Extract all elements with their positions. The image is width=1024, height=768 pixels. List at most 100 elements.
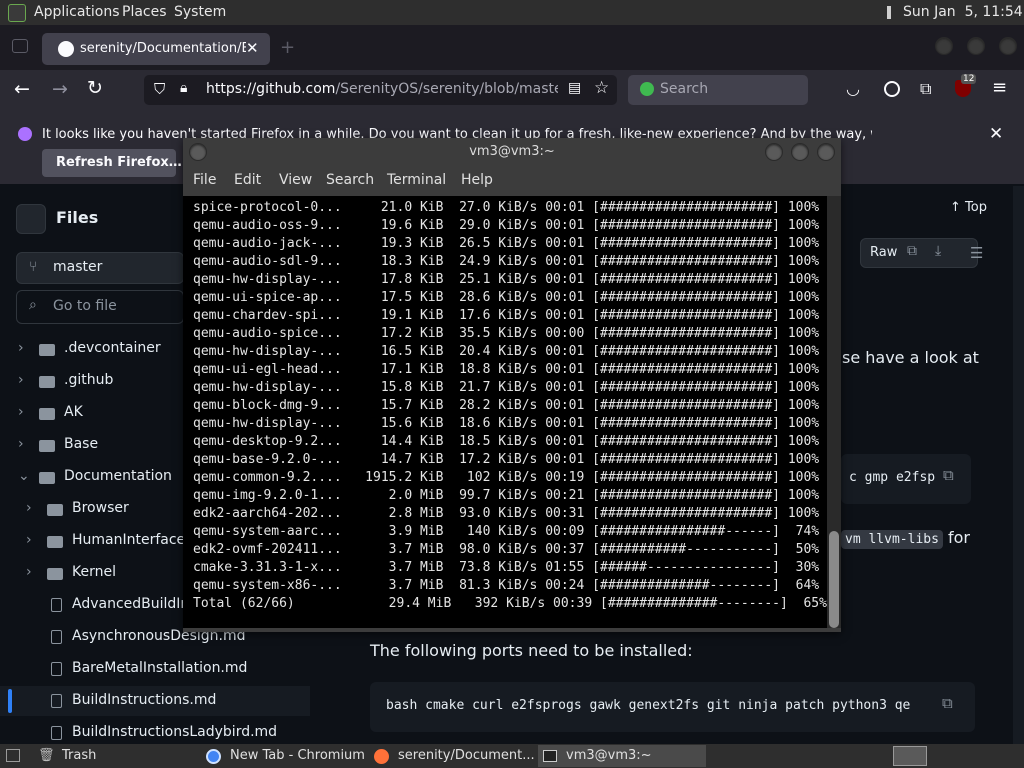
- chevron-right-icon[interactable]: ›: [18, 436, 24, 452]
- taskbar-trash[interactable]: 🗑︎ Trash: [32, 745, 197, 767]
- terminal-line: qemu-block-dmg-9... 15.7 KiB 28.2 KiB/s …: [193, 398, 820, 413]
- firefox-view-icon[interactable]: [12, 39, 28, 53]
- workspace-switcher[interactable]: [893, 746, 927, 766]
- reader-view-icon[interactable]: ▤: [568, 80, 581, 96]
- chevron-right-icon[interactable]: ›: [26, 564, 32, 580]
- page-scrollbar[interactable]: [1013, 186, 1024, 744]
- taskbar-trash-label: Trash: [62, 748, 97, 763]
- raw-button[interactable]: Raw: [870, 245, 897, 260]
- top-panel: Applications Places System Sun Jan 5, 11…: [0, 0, 1024, 25]
- reload-icon[interactable]: ↻: [87, 77, 103, 99]
- tree-item-label: Documentation: [64, 468, 172, 484]
- maximize-browser-button[interactable]: [967, 37, 985, 55]
- forward-arrow-icon[interactable]: →: [52, 78, 68, 100]
- shield-icon[interactable]: ⛉: [154, 80, 165, 98]
- terminal-menu-edit[interactable]: Edit: [234, 172, 261, 188]
- taskbar-terminal[interactable]: vm3@vm3:~: [538, 745, 706, 767]
- folder-icon: [47, 536, 63, 548]
- pocket-icon[interactable]: ◡: [846, 79, 860, 98]
- terminal-line: qemu-ui-egl-head... 17.1 KiB 18.8 KiB/s …: [193, 362, 820, 377]
- terminal-menu-search[interactable]: Search: [326, 172, 374, 188]
- terminal-menu-button[interactable]: [189, 143, 207, 161]
- lock-icon[interactable]: 🔒︎: [180, 80, 187, 96]
- bottom-taskbar: 🗑︎ Trash New Tab - Chromium serenity/Doc…: [0, 744, 1024, 768]
- url-bar[interactable]: ⛉ 🔒︎ https://github.com/SerenityOS/seren…: [144, 75, 617, 105]
- search-bar[interactable]: Search: [628, 75, 808, 105]
- outline-icon[interactable]: ☰: [970, 244, 983, 262]
- refresh-firefox-button[interactable]: Refresh Firefox…: [42, 149, 182, 177]
- minimize-browser-button[interactable]: [935, 37, 953, 55]
- menu-places[interactable]: Places: [122, 4, 167, 20]
- browser-tab-active[interactable]: serenity/Documentation/Bu ✕: [42, 33, 270, 65]
- taskbar-chromium[interactable]: New Tab - Chromium: [202, 745, 365, 767]
- terminal-minimize-button[interactable]: [765, 143, 783, 161]
- hamburger-menu-icon[interactable]: ≡: [992, 77, 1007, 98]
- terminal-line: qemu-system-x86-... 3.7 MiB 81.3 KiB/s 0…: [193, 578, 820, 593]
- network-icon[interactable]: [887, 6, 891, 19]
- chevron-down-icon[interactable]: ⌄: [18, 468, 30, 484]
- tree-item-label: .github: [64, 372, 114, 388]
- firefox-icon: [374, 749, 389, 764]
- notification-close-icon[interactable]: ✕: [989, 124, 1003, 144]
- terminal-line: qemu-ui-spice-ap... 17.5 KiB 28.6 KiB/s …: [193, 290, 820, 305]
- terminal-menu-terminal[interactable]: Terminal: [387, 172, 446, 188]
- branch-selector[interactable]: ⑂ master: [16, 252, 184, 284]
- code-block-1-text: c gmp e2fsp: [849, 470, 936, 485]
- extensions-icon[interactable]: ⧉: [920, 79, 931, 99]
- terminal-titlebar[interactable]: vm3@vm3:~: [183, 138, 841, 166]
- distro-logo-icon[interactable]: [8, 4, 26, 22]
- back-arrow-icon[interactable]: ←: [14, 78, 30, 100]
- show-desktop-button[interactable]: [6, 749, 20, 762]
- chevron-right-icon[interactable]: ›: [18, 372, 24, 388]
- chevron-right-icon[interactable]: ›: [18, 340, 24, 356]
- copy-code-icon[interactable]: ⧉: [943, 466, 954, 484]
- menu-applications[interactable]: Applications: [34, 4, 120, 20]
- tree-file-item[interactable]: BareMetalInstallation.md: [0, 654, 310, 684]
- url-text[interactable]: https://github.com/SerenityOS/serenity/b…: [206, 81, 558, 97]
- paragraph-partial-2: for: [948, 528, 970, 547]
- folder-icon: [47, 568, 63, 580]
- new-tab-button[interactable]: +: [280, 37, 295, 58]
- copy-ports-icon[interactable]: ⧉: [942, 694, 953, 712]
- tree-item-label: Base: [64, 436, 99, 452]
- chevron-right-icon[interactable]: ›: [26, 532, 32, 548]
- terminal-close-button[interactable]: [817, 143, 835, 161]
- panel-clock[interactable]: Sun Jan 5, 11:54 PM: [903, 4, 1024, 20]
- terminal-line: qemu-hw-display-... 15.6 KiB 18.6 KiB/s …: [193, 416, 820, 431]
- terminal-line: qemu-hw-display-... 17.8 KiB 25.1 KiB/s …: [193, 272, 820, 287]
- menu-system[interactable]: System: [174, 4, 226, 20]
- chevron-right-icon[interactable]: ›: [18, 404, 24, 420]
- tree-item-label: .devcontainer: [64, 340, 161, 356]
- go-to-file-input[interactable]: ⌕ Go to file: [16, 290, 184, 324]
- terminal-menu-file[interactable]: File: [193, 172, 216, 188]
- terminal-maximize-button[interactable]: [791, 143, 809, 161]
- tree-item-label: Kernel: [72, 564, 116, 580]
- top-link[interactable]: ↑ Top: [950, 200, 987, 215]
- terminal-scroll-thumb[interactable]: [829, 531, 839, 628]
- tree-file-item[interactable]: BuildInstructions.md: [0, 686, 310, 716]
- taskbar-firefox[interactable]: serenity/Document...: [370, 745, 535, 767]
- taskbar-chromium-label: New Tab - Chromium: [230, 748, 365, 763]
- collapse-sidebar-button[interactable]: [16, 204, 46, 234]
- taskbar-firefox-label: serenity/Document...: [398, 748, 535, 763]
- terminal-window[interactable]: vm3@vm3:~ File Edit View Search Terminal…: [183, 138, 841, 632]
- terminal-menu-view[interactable]: View: [279, 172, 312, 188]
- download-icon[interactable]: ⤓: [935, 243, 941, 259]
- file-icon: [51, 630, 62, 644]
- terminal-menu-help[interactable]: Help: [461, 172, 493, 188]
- terminal-menubar: File Edit View Search Terminal Help: [183, 166, 841, 194]
- account-icon[interactable]: [884, 81, 900, 97]
- files-title: Files: [56, 208, 99, 227]
- terminal-line: edk2-ovmf-202411... 3.7 MiB 98.0 KiB/s 0…: [193, 542, 820, 557]
- file-icon: [51, 726, 62, 740]
- tree-item-label: AdvancedBuildIns: [72, 596, 197, 612]
- copy-icon[interactable]: ⧉: [907, 243, 917, 259]
- terminal-line: qemu-system-aarc... 3.9 MiB 140 KiB/s 00…: [193, 524, 820, 539]
- bookmark-star-icon[interactable]: ☆: [594, 78, 609, 98]
- tab-close-icon[interactable]: ✕: [246, 39, 259, 57]
- chevron-right-icon[interactable]: ›: [26, 500, 32, 516]
- close-browser-button[interactable]: [999, 37, 1017, 55]
- search-engine-icon[interactable]: [640, 82, 654, 96]
- terminal-output[interactable]: spice-protocol-0... 21.0 KiB 27.0 KiB/s …: [183, 196, 827, 628]
- tab-title: serenity/Documentation/Bu: [80, 41, 246, 56]
